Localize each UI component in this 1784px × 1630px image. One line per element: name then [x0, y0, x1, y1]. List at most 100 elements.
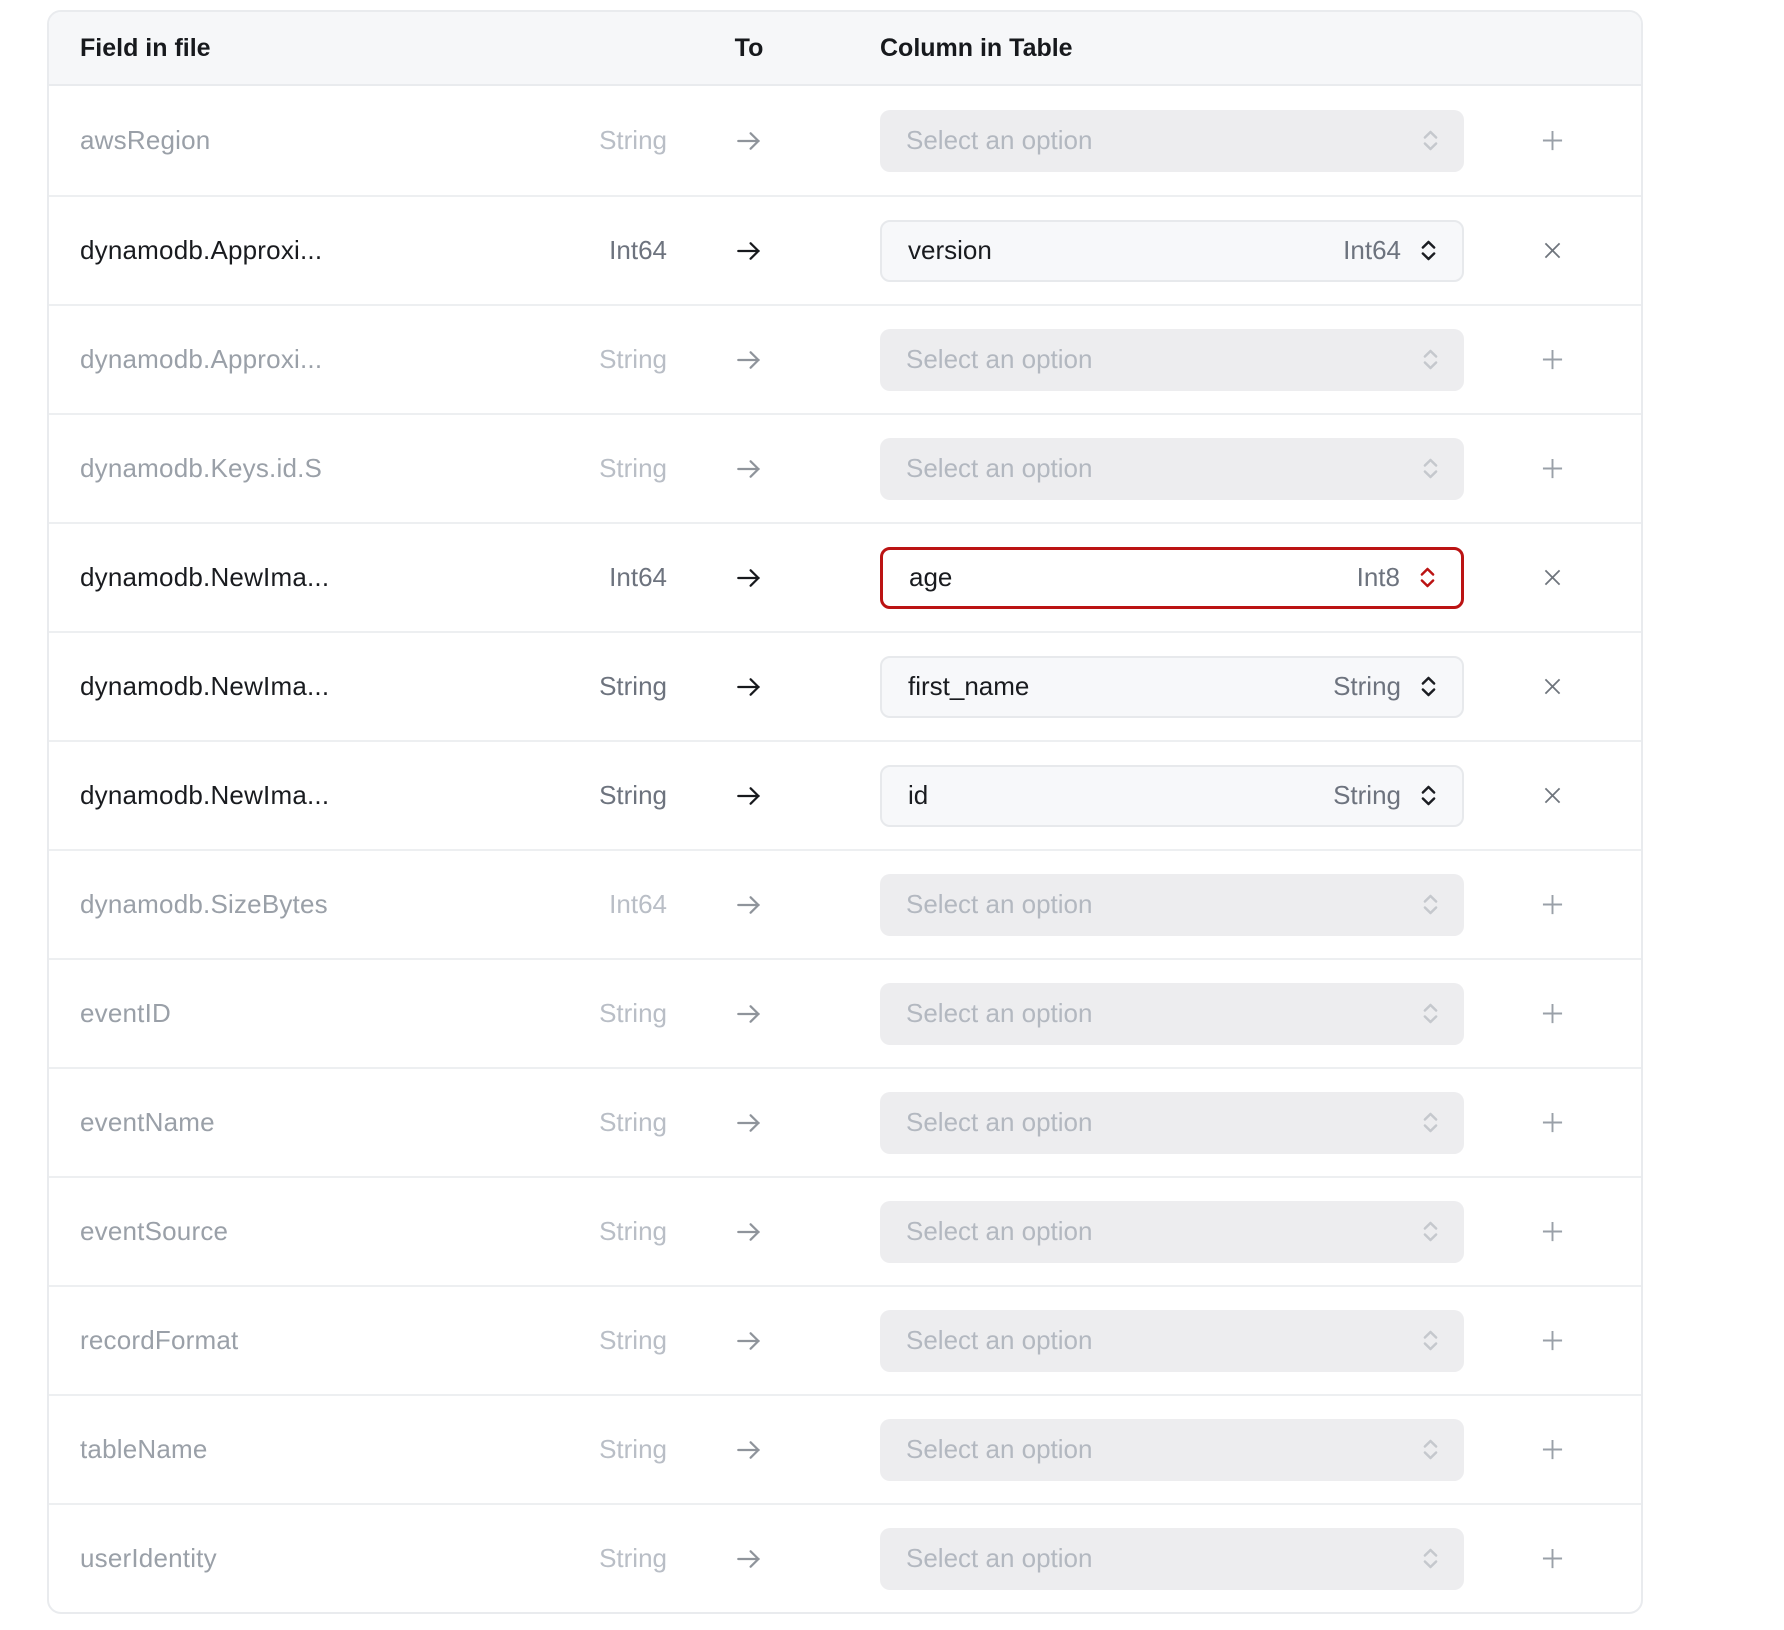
- mapping-row: userIdentity String Select an option: [49, 1503, 1641, 1612]
- column-select[interactable]: id String: [880, 765, 1464, 827]
- select-value: id: [908, 780, 928, 811]
- plus-icon: [1539, 1436, 1566, 1463]
- arrow-right-icon: [734, 563, 764, 593]
- chevron-up-down-icon: [1417, 1545, 1444, 1572]
- select-value: Select an option: [906, 1216, 1092, 1247]
- chevron-up-down-icon: [1417, 1109, 1444, 1136]
- chevron-up-down-icon: [1415, 237, 1442, 264]
- mapping-row: awsRegion String Select an option: [49, 86, 1641, 195]
- column-select: Select an option: [880, 329, 1464, 391]
- arrow-right-icon: [734, 236, 764, 266]
- select-type: Int8: [1357, 562, 1400, 593]
- chevron-up-down-icon: [1415, 782, 1442, 809]
- add-mapping-button[interactable]: [1531, 338, 1574, 381]
- field-type: String: [599, 1107, 667, 1137]
- field-name: tableName: [80, 1434, 208, 1464]
- add-mapping-button[interactable]: [1531, 1101, 1574, 1144]
- field-name: dynamodb.SizeBytes: [80, 889, 328, 919]
- column-header-to: To: [667, 34, 831, 63]
- field-type: String: [599, 125, 667, 155]
- plus-icon: [1539, 1000, 1566, 1027]
- mapping-row: dynamodb.SizeBytes Int64 Select an optio…: [49, 849, 1641, 958]
- mapping-row: dynamodb.NewIma... String first_name Str…: [49, 631, 1641, 740]
- field-name: eventID: [80, 998, 171, 1028]
- column-select[interactable]: age Int8: [880, 547, 1464, 609]
- plus-icon: [1539, 1109, 1566, 1136]
- mapping-row: eventID String Select an option: [49, 958, 1641, 1067]
- mapping-row: dynamodb.Keys.id.S String Select an opti…: [49, 413, 1641, 522]
- add-mapping-button[interactable]: [1531, 1319, 1574, 1362]
- plus-icon: [1539, 891, 1566, 918]
- remove-mapping-button[interactable]: [1532, 230, 1573, 271]
- mapping-row: eventSource String Select an option: [49, 1176, 1641, 1285]
- arrow-right-icon: [734, 672, 764, 702]
- column-select: Select an option: [880, 983, 1464, 1045]
- select-value: Select an option: [906, 1325, 1092, 1356]
- chevron-up-down-icon: [1414, 564, 1441, 591]
- mapping-row: eventName String Select an option: [49, 1067, 1641, 1176]
- field-name: dynamodb.Approxi...: [80, 235, 322, 265]
- close-icon: [1540, 238, 1565, 263]
- mapping-row: dynamodb.NewIma... Int64 age Int8: [49, 522, 1641, 631]
- select-value: Select an option: [906, 889, 1092, 920]
- add-mapping-button[interactable]: [1531, 1210, 1574, 1253]
- select-type: Int64: [1343, 235, 1401, 266]
- plus-icon: [1539, 1327, 1566, 1354]
- column-select: Select an option: [880, 1201, 1464, 1263]
- chevron-up-down-icon: [1417, 127, 1444, 154]
- plus-icon: [1539, 127, 1566, 154]
- column-header-column-in-table: Column in Table: [880, 34, 1464, 63]
- remove-mapping-button[interactable]: [1532, 775, 1573, 816]
- select-value: first_name: [908, 671, 1029, 702]
- column-select[interactable]: first_name String: [880, 656, 1464, 718]
- field-name: awsRegion: [80, 125, 210, 155]
- field-type: Int64: [609, 562, 667, 592]
- remove-mapping-button[interactable]: [1532, 557, 1573, 598]
- add-mapping-button[interactable]: [1531, 119, 1574, 162]
- add-mapping-button[interactable]: [1531, 1428, 1574, 1471]
- field-name: dynamodb.Approxi...: [80, 344, 322, 374]
- field-type: String: [599, 1325, 667, 1355]
- plus-icon: [1539, 1545, 1566, 1572]
- select-value: Select an option: [906, 125, 1092, 156]
- field-type: String: [599, 1543, 667, 1573]
- chevron-up-down-icon: [1417, 346, 1444, 373]
- column-select: Select an option: [880, 874, 1464, 936]
- select-value: Select an option: [906, 1107, 1092, 1138]
- select-value: Select an option: [906, 453, 1092, 484]
- add-mapping-button[interactable]: [1531, 447, 1574, 490]
- remove-mapping-button[interactable]: [1532, 666, 1573, 707]
- mapping-row: tableName String Select an option: [49, 1394, 1641, 1503]
- field-name: dynamodb.NewIma...: [80, 562, 329, 592]
- arrow-right-icon: [734, 126, 764, 156]
- field-name: dynamodb.NewIma...: [80, 671, 329, 701]
- arrow-right-icon: [734, 1217, 764, 1247]
- column-select: Select an option: [880, 1092, 1464, 1154]
- add-mapping-button[interactable]: [1531, 992, 1574, 1035]
- chevron-up-down-icon: [1415, 673, 1442, 700]
- plus-icon: [1539, 346, 1566, 373]
- arrow-right-icon: [734, 890, 764, 920]
- field-type: Int64: [609, 235, 667, 265]
- field-type: String: [599, 1434, 667, 1464]
- arrow-right-icon: [734, 999, 764, 1029]
- arrow-right-icon: [734, 1544, 764, 1574]
- select-value: version: [908, 235, 992, 266]
- field-name: eventName: [80, 1107, 215, 1137]
- chevron-up-down-icon: [1417, 1327, 1444, 1354]
- field-name: recordFormat: [80, 1325, 238, 1355]
- select-value: Select an option: [906, 1434, 1092, 1465]
- arrow-right-icon: [734, 454, 764, 484]
- field-type: String: [599, 998, 667, 1028]
- field-name: dynamodb.NewIma...: [80, 780, 329, 810]
- column-select: Select an option: [880, 438, 1464, 500]
- close-icon: [1540, 565, 1565, 590]
- select-value: Select an option: [906, 998, 1092, 1029]
- field-type: String: [599, 344, 667, 374]
- field-name: eventSource: [80, 1216, 228, 1246]
- close-icon: [1540, 783, 1565, 808]
- column-select[interactable]: version Int64: [880, 220, 1464, 282]
- add-mapping-button[interactable]: [1531, 1537, 1574, 1580]
- add-mapping-button[interactable]: [1531, 883, 1574, 926]
- mapping-row: recordFormat String Select an option: [49, 1285, 1641, 1394]
